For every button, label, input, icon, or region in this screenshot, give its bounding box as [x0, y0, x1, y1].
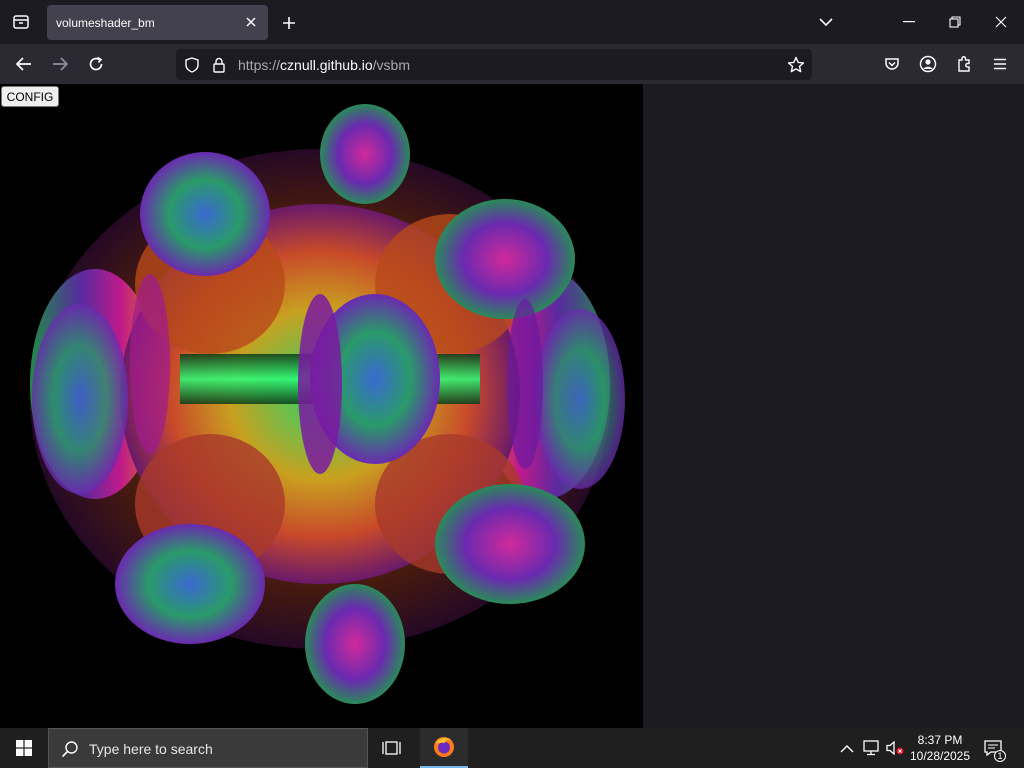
window-close-icon[interactable]: [978, 0, 1024, 44]
pocket-icon[interactable]: [878, 51, 906, 77]
render-canvas[interactable]: CONFIG: [0, 84, 643, 728]
page-content: CONFIG: [0, 84, 1024, 728]
clock-date: 10/28/2025: [909, 749, 971, 763]
url-bar[interactable]: https://cznull.github.io/vsbm: [176, 49, 812, 80]
config-button[interactable]: CONFIG: [1, 86, 59, 107]
extensions-icon[interactable]: [950, 51, 978, 77]
windows-logo-icon[interactable]: [0, 728, 48, 768]
account-icon[interactable]: [914, 51, 942, 77]
notification-icon[interactable]: 1: [980, 728, 1006, 768]
firefox-icon[interactable]: [420, 728, 468, 768]
url-path: /vsbm: [372, 57, 410, 73]
lock-icon[interactable]: [209, 55, 229, 75]
network-icon[interactable]: [860, 728, 882, 768]
plus-icon[interactable]: [278, 12, 300, 34]
forward-arrow-icon[interactable]: [46, 51, 74, 77]
tab-title: volumeshader_bm: [56, 16, 155, 30]
search-placeholder: Type here to search: [89, 741, 213, 757]
url-host: cznull.github.io: [280, 57, 373, 73]
star-icon[interactable]: [786, 55, 806, 75]
volume-muted-icon[interactable]: [884, 728, 906, 768]
tab-overview-icon[interactable]: [8, 8, 34, 36]
fractal-render: [30, 104, 625, 704]
reload-icon[interactable]: [82, 51, 110, 77]
taskbar: Type here to search 8:37 PM 10/28/2025 1: [0, 728, 1024, 768]
minimize-icon[interactable]: [886, 0, 932, 44]
url-scheme: https://: [238, 57, 281, 73]
clock-time: 8:37 PM: [917, 733, 963, 747]
tab-strip: volumeshader_bm: [0, 0, 1024, 44]
chevron-down-icon[interactable]: [815, 12, 837, 32]
notification-count: 1: [994, 750, 1006, 762]
search-icon: [61, 740, 79, 758]
url-text: https://cznull.github.io/vsbm: [238, 57, 410, 73]
tab-active[interactable]: volumeshader_bm: [47, 5, 268, 40]
chevron-up-icon[interactable]: [836, 728, 858, 768]
close-icon[interactable]: [243, 14, 259, 30]
menu-icon[interactable]: [986, 51, 1014, 77]
shield-icon[interactable]: [182, 55, 202, 75]
restore-icon[interactable]: [932, 0, 978, 44]
back-arrow-icon[interactable]: [10, 51, 38, 77]
taskbar-search[interactable]: Type here to search: [48, 728, 368, 768]
task-view-icon[interactable]: [368, 728, 416, 768]
system-clock[interactable]: 8:37 PM 10/28/2025: [905, 732, 975, 764]
